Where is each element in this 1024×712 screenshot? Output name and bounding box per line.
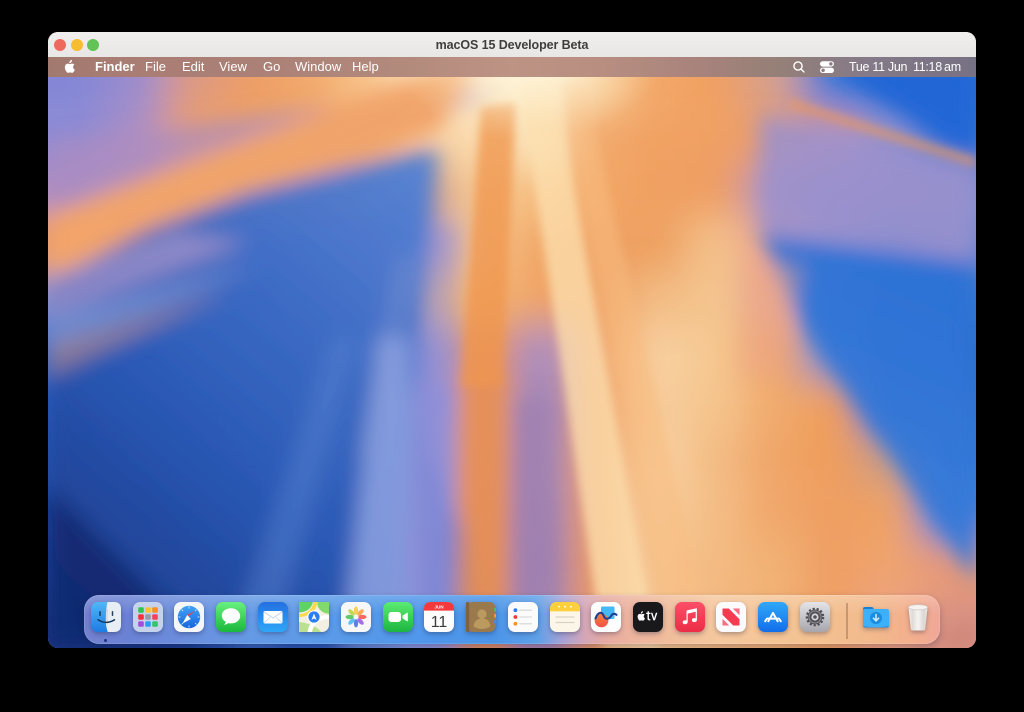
svg-text:11: 11 bbox=[431, 614, 448, 631]
svg-text:JUN: JUN bbox=[435, 604, 445, 609]
